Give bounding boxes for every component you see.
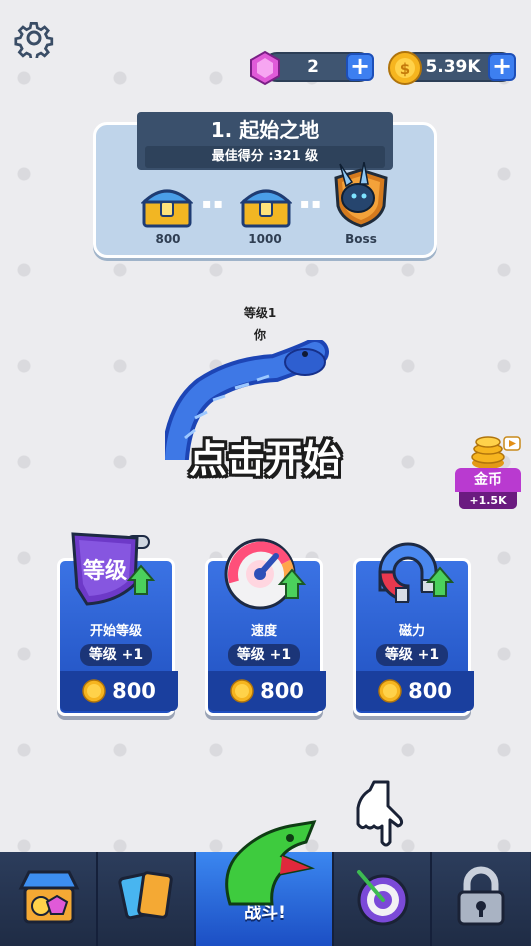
speedometer-icon [224, 538, 307, 610]
coin-icon [82, 679, 106, 703]
nav-shop[interactable] [0, 852, 98, 946]
level-badge-text: 等级 [83, 558, 127, 584]
progress-dots: ▪▪ [202, 196, 225, 212]
upgrade-level: 等级 +1 [376, 644, 448, 666]
reward-label: 1000 [248, 232, 282, 246]
tap-to-start[interactable]: 点击开始 [140, 428, 390, 483]
cards-icon [118, 871, 173, 920]
upgrade-level: 等级 +1 [80, 644, 152, 666]
progress-dots: ▪▪ [300, 196, 323, 212]
shop-icon [18, 870, 80, 924]
chest-icon [141, 189, 193, 228]
upgrade-price-value: 800 [260, 679, 304, 703]
nav-target[interactable] [334, 852, 432, 946]
coin-icon [378, 679, 402, 703]
gold-offer-amount: +1.5K [459, 492, 517, 509]
upgrade-name: 速度 [250, 624, 277, 639]
svg-text:$: $ [400, 60, 410, 78]
upgrade-price[interactable]: 800 [60, 671, 178, 711]
magnet-icon [378, 542, 455, 603]
gear-icon[interactable] [14, 18, 54, 58]
gem-icon [250, 50, 280, 86]
snake-head-icon [225, 820, 317, 906]
player-level: 等级1 [243, 306, 277, 320]
target-icon [357, 870, 409, 926]
upgrade-name: 开始等级 [89, 624, 142, 639]
reward-label: 800 [155, 232, 181, 246]
coins-video-icon [471, 436, 521, 469]
upgrade-price[interactable]: 800 [208, 671, 326, 711]
add-gems-button[interactable]: + [346, 53, 374, 81]
upgrade-price-value: 800 [112, 679, 156, 703]
upgrade-price[interactable]: 800 [356, 671, 474, 711]
coin-icon: $ [388, 51, 422, 85]
gold-offer-button[interactable]: 金币 [455, 468, 521, 492]
upgrade-name: 磁力 [398, 624, 425, 639]
upgrade-price-value: 800 [408, 679, 452, 703]
level-shield-icon: 等级 [71, 532, 156, 606]
add-coins-button[interactable]: + [488, 53, 516, 81]
lock-icon [457, 866, 505, 926]
coin-icon [230, 679, 254, 703]
upgrade-level: 等级 +1 [228, 644, 300, 666]
nav-locked[interactable] [432, 852, 530, 946]
dragon-boss-icon [334, 162, 388, 228]
pointer-hand-icon [356, 780, 404, 847]
chest-icon [240, 189, 292, 228]
reward-label: Boss [345, 232, 377, 246]
level-title: 1. 起始之地 [210, 118, 320, 142]
nav-cards[interactable] [98, 852, 196, 946]
